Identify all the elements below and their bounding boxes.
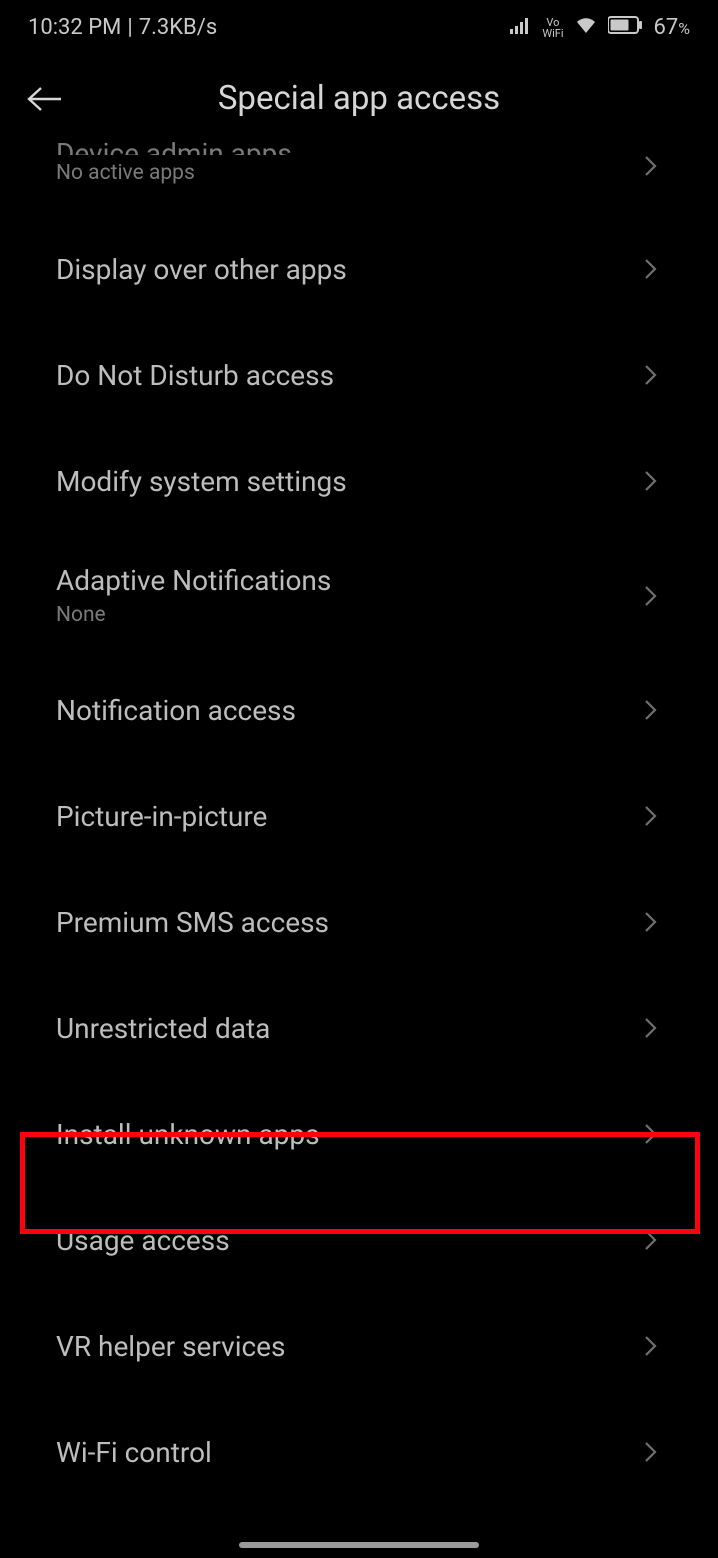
item-do-not-disturb-access[interactable]: Do Not Disturb access xyxy=(0,322,718,428)
chevron-right-icon xyxy=(640,585,662,607)
page-title: Special app access xyxy=(20,79,698,118)
item-display-over-other-apps[interactable]: Display over other apps xyxy=(0,216,718,322)
item-label: Picture-in-picture xyxy=(56,800,267,833)
item-label: Usage access xyxy=(56,1224,230,1257)
item-label: VR helper services xyxy=(56,1330,285,1363)
chevron-right-icon xyxy=(640,1441,662,1463)
chevron-right-icon xyxy=(640,258,662,280)
item-label: Install unknown apps xyxy=(56,1118,320,1151)
item-label: Device admin apps xyxy=(56,137,292,155)
chevron-right-icon xyxy=(640,1123,662,1145)
item-label: Notification access xyxy=(56,694,296,727)
chevron-right-icon xyxy=(640,911,662,933)
item-device-admin-apps[interactable]: Device admin apps No active apps xyxy=(0,146,718,216)
item-premium-sms-access[interactable]: Premium SMS access xyxy=(0,869,718,975)
status-bar: 10:32 PM | 7.3KB/s Vo WiFi xyxy=(0,0,718,55)
item-notification-access[interactable]: Notification access xyxy=(0,657,718,763)
status-time: 10:32 PM xyxy=(28,15,121,40)
item-label: Unrestricted data xyxy=(56,1012,270,1045)
status-sep: | xyxy=(127,15,132,40)
chevron-right-icon xyxy=(640,699,662,721)
battery-icon xyxy=(608,15,644,40)
chevron-right-icon xyxy=(640,470,662,492)
item-sublabel: None xyxy=(56,603,331,627)
vowifi-icon: Vo WiFi xyxy=(542,17,563,39)
screen-header: Special app access xyxy=(0,61,718,136)
status-right: Vo WiFi 67% xyxy=(510,15,690,40)
item-unrestricted-data[interactable]: Unrestricted data xyxy=(0,975,718,1081)
home-indicator[interactable] xyxy=(239,1542,479,1548)
item-label: Modify system settings xyxy=(56,465,347,498)
item-label: Premium SMS access xyxy=(56,906,329,939)
chevron-right-icon xyxy=(640,1017,662,1039)
item-vr-helper-services[interactable]: VR helper services xyxy=(0,1293,718,1399)
item-label: Adaptive Notifications xyxy=(56,564,331,597)
wifi-icon xyxy=(574,15,598,40)
status-left: 10:32 PM | 7.3KB/s xyxy=(28,15,217,40)
item-sublabel: No active apps xyxy=(56,161,292,185)
chevron-right-icon xyxy=(640,805,662,827)
item-label: Display over other apps xyxy=(56,253,347,286)
settings-list: Device admin apps No active apps Display… xyxy=(0,146,718,1505)
status-net-speed: 7.3KB/s xyxy=(139,15,217,40)
item-modify-system-settings[interactable]: Modify system settings xyxy=(0,428,718,534)
item-install-unknown-apps[interactable]: Install unknown apps xyxy=(0,1081,718,1187)
item-adaptive-notifications[interactable]: Adaptive Notifications None xyxy=(0,534,718,657)
item-usage-access[interactable]: Usage access xyxy=(0,1187,718,1293)
item-label: Wi-Fi control xyxy=(56,1436,212,1469)
chevron-right-icon xyxy=(640,364,662,386)
signal-icon xyxy=(510,15,532,40)
chevron-right-icon xyxy=(640,1229,662,1251)
battery-percentage: 67% xyxy=(654,15,690,40)
item-label: Do Not Disturb access xyxy=(56,359,334,392)
chevron-right-icon xyxy=(640,1335,662,1357)
item-picture-in-picture[interactable]: Picture-in-picture xyxy=(0,763,718,869)
chevron-right-icon xyxy=(640,155,662,177)
item-wifi-control[interactable]: Wi-Fi control xyxy=(0,1399,718,1505)
